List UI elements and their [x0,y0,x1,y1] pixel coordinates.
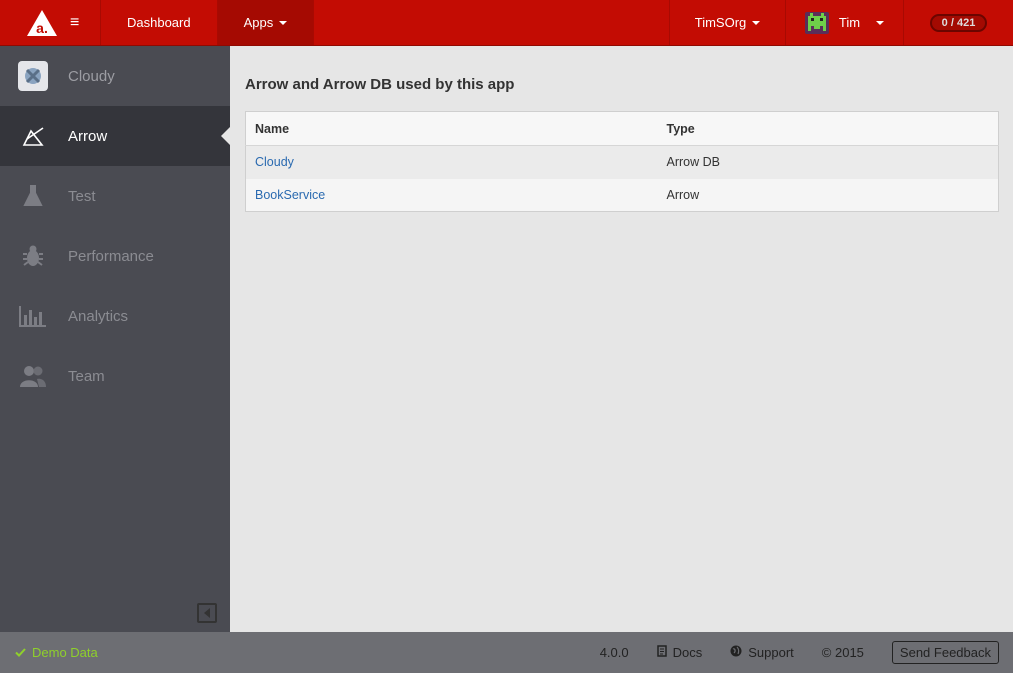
globe-icon [730,645,742,660]
cell-name: BookService [245,178,658,212]
top-navbar: a. ≡ Dashboard Apps TimSOrg Tim 0 / 421 [0,0,1013,46]
arrow-icon [18,121,48,151]
sidebar-item-team[interactable]: Team [0,346,230,406]
caret-down-icon [279,20,288,25]
appcelerator-logo-icon[interactable]: a. [26,9,58,37]
bar-chart-icon [18,301,48,331]
menu-icon[interactable]: ≡ [70,14,79,31]
credits-area: 0 / 421 [903,0,1013,45]
cell-type: Arrow [657,178,999,212]
copyright-label: © 2015 [821,645,864,660]
table-row: BookService Arrow [245,178,999,212]
column-header-type: Type [657,111,999,146]
sidebar-item-label: Cloudy [68,67,115,85]
cell-name: Cloudy [245,145,658,179]
sidebar-item-label: Test [68,187,96,205]
nav-dashboard-label: Dashboard [127,15,191,30]
send-feedback-button[interactable]: Send Feedback [891,641,999,664]
user-label: Tim [838,15,861,30]
version-label: 4.0.0 [599,645,629,660]
column-header-name: Name [245,111,658,146]
footer-links: 4.0.0 Docs Support © 2015 Send Feedback [600,641,999,664]
support-label: Support [748,645,794,660]
chevron-left-icon [204,608,210,618]
caret-down-icon [876,20,885,25]
check-icon [15,645,26,660]
credits-badge[interactable]: 0 / 421 [929,13,988,32]
sidebar-item-label: Arrow [68,127,108,145]
sidebar-item-label: Performance [68,247,154,265]
team-icon [18,361,48,391]
org-label: TimSOrg [694,15,747,30]
collapse-sidebar-button[interactable] [197,603,217,623]
sidebar-item-performance[interactable]: Performance [0,226,230,286]
nav-apps-label: Apps [243,15,274,30]
flask-icon [18,181,48,211]
sidebar-item-label: Analytics [68,307,129,325]
user-menu[interactable]: Tim [785,0,903,45]
docs-label: Docs [672,645,703,660]
nav-dashboard[interactable]: Dashboard [100,0,217,45]
sidebar-item-cloudy[interactable]: Cloudy [0,46,230,106]
sidebar-item-label: Team [68,367,105,385]
caret-down-icon [752,20,761,25]
svg-text:a.: a. [36,20,48,36]
table-header-row: Name Type [245,111,999,146]
sidebar: Cloudy Arrow Test Performance Analytics … [0,46,230,632]
footer: Demo Data 4.0.0 Docs Support © 2015 Send… [0,632,1013,673]
sidebar-item-arrow[interactable]: Arrow [0,106,230,166]
app-icon [18,61,48,91]
org-menu[interactable]: TimSOrg [669,0,785,45]
sidebar-item-test[interactable]: Test [0,166,230,226]
cell-type: Arrow DB [657,145,999,179]
page-title: Arrow and Arrow DB used by this app [245,76,515,93]
service-link[interactable]: Cloudy [255,155,294,169]
bug-icon [18,241,48,271]
demo-data-label: Demo Data [32,645,98,660]
avatar [804,11,829,34]
sidebar-item-analytics[interactable]: Analytics [0,286,230,346]
services-table: Name Type Cloudy Arrow DB BookService Ar… [245,111,999,212]
docs-link[interactable]: Docs [656,645,703,660]
demo-data-toggle[interactable]: Demo Data [15,645,98,660]
support-link[interactable]: Support [730,645,794,660]
logo-area: a. ≡ [0,0,100,45]
main-content: Arrow and Arrow DB used by this app Name… [230,46,1013,632]
document-icon [656,645,667,660]
nav-spacer [313,0,669,45]
table-row: Cloudy Arrow DB [245,145,999,179]
nav-apps[interactable]: Apps [216,0,314,45]
service-link[interactable]: BookService [255,188,325,202]
